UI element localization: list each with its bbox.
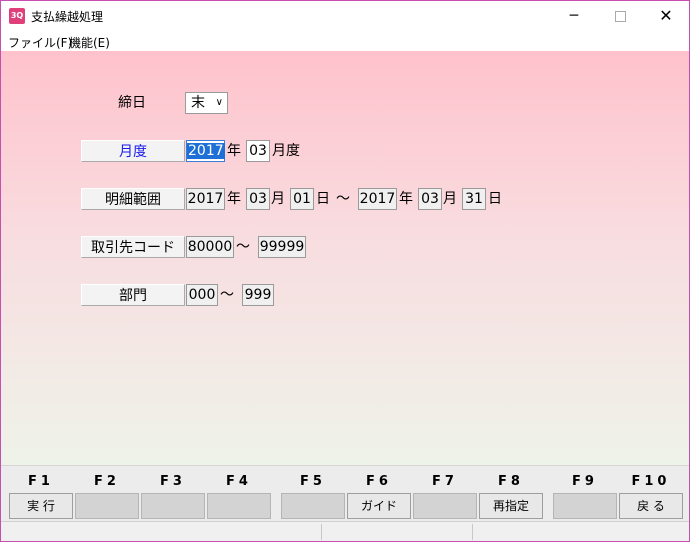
maximize-button[interactable]: [597, 1, 643, 31]
closing-day-select[interactable]: 末 ∨: [185, 92, 228, 114]
range-to-day[interactable]: 31: [462, 188, 486, 210]
f9-button[interactable]: [553, 493, 617, 519]
to-year-suffix: 年: [399, 191, 413, 207]
detail-range-label: 明細範囲: [81, 188, 185, 210]
execute-button[interactable]: 実 行: [9, 493, 73, 519]
fkey-label-f2: F2: [94, 474, 120, 489]
month-year-input[interactable]: 2017: [186, 140, 225, 162]
function-key-bar: F1 F2 F3 F4 F5 F6 F7 F8 F9 F10 実 行 ガイド 再…: [1, 465, 689, 522]
title-bar: 3Q 支払繰越処理 ─ ✕: [1, 1, 689, 31]
respecify-button[interactable]: 再指定: [479, 493, 543, 519]
month-month-input[interactable]: 03: [246, 140, 270, 162]
range-to-month[interactable]: 03: [418, 188, 442, 210]
application-window: 3Q 支払繰越処理 ─ ✕ ファイル(F) 機能(E) 締日 末 ∨ 月度 20…: [0, 0, 690, 542]
closing-day-value: 末: [191, 95, 205, 111]
menu-file[interactable]: ファイル(F): [8, 34, 72, 51]
supplier-tilde: ～: [236, 239, 250, 255]
department-from[interactable]: 000: [186, 284, 218, 306]
status-cell-1: [1, 524, 322, 540]
f4-button[interactable]: [207, 493, 271, 519]
range-from-day[interactable]: 01: [290, 188, 314, 210]
f5-button[interactable]: [281, 493, 345, 519]
range-tilde: ～: [336, 191, 350, 207]
fkey-label-f6: F6: [366, 474, 392, 489]
fkey-label-f8: F8: [498, 474, 524, 489]
supplier-code-label: 取引先コード: [81, 236, 185, 258]
department-to[interactable]: 999: [242, 284, 274, 306]
from-month-suffix: 月: [271, 191, 285, 207]
form-area: 締日 末 ∨ 月度 2017 年 03 月度 明細範囲 2017 年 03 月 …: [1, 51, 689, 465]
minimize-button[interactable]: ─: [551, 1, 597, 31]
fkey-label-f1: F1: [28, 474, 54, 489]
back-button[interactable]: 戻 る: [619, 493, 683, 519]
fkey-label-f5: F5: [300, 474, 326, 489]
month-label: 月度: [81, 140, 185, 162]
range-from-month[interactable]: 03: [246, 188, 270, 210]
from-year-suffix: 年: [227, 191, 241, 207]
status-bar: [1, 521, 689, 541]
fkey-label-f10: F10: [631, 474, 671, 489]
month-year-value: 2017: [187, 143, 225, 159]
app-icon: 3Q: [9, 8, 25, 24]
close-icon: ✕: [659, 6, 673, 25]
to-month-suffix: 月: [443, 191, 457, 207]
to-day-suffix: 日: [488, 191, 502, 207]
department-label: 部門: [81, 284, 185, 306]
maximize-icon: [614, 11, 626, 22]
range-to-year[interactable]: 2017: [358, 188, 397, 210]
year-suffix: 年: [227, 143, 241, 159]
fkey-label-f7: F7: [432, 474, 458, 489]
window-title: 支払繰越処理: [31, 10, 104, 24]
menu-function[interactable]: 機能(E): [69, 34, 110, 51]
department-tilde: ～: [220, 287, 234, 303]
guide-button[interactable]: ガイド: [347, 493, 411, 519]
range-from-year[interactable]: 2017: [186, 188, 225, 210]
closing-day-label: 締日: [118, 95, 146, 111]
f7-button[interactable]: [413, 493, 477, 519]
f3-button[interactable]: [141, 493, 205, 519]
f2-button[interactable]: [75, 493, 139, 519]
from-day-suffix: 日: [316, 191, 330, 207]
fkey-label-f3: F3: [160, 474, 186, 489]
fkey-label-f9: F9: [572, 474, 598, 489]
minimize-icon: ─: [569, 8, 579, 24]
menu-bar: ファイル(F) 機能(E): [1, 31, 689, 51]
fkey-label-f4: F4: [226, 474, 252, 489]
month-suffix: 月度: [272, 143, 300, 159]
close-button[interactable]: ✕: [643, 1, 689, 31]
supplier-code-from[interactable]: 80000: [186, 236, 234, 258]
status-cell-2: [322, 524, 473, 540]
chevron-down-icon: ∨: [215, 97, 223, 108]
supplier-code-to[interactable]: 99999: [258, 236, 306, 258]
